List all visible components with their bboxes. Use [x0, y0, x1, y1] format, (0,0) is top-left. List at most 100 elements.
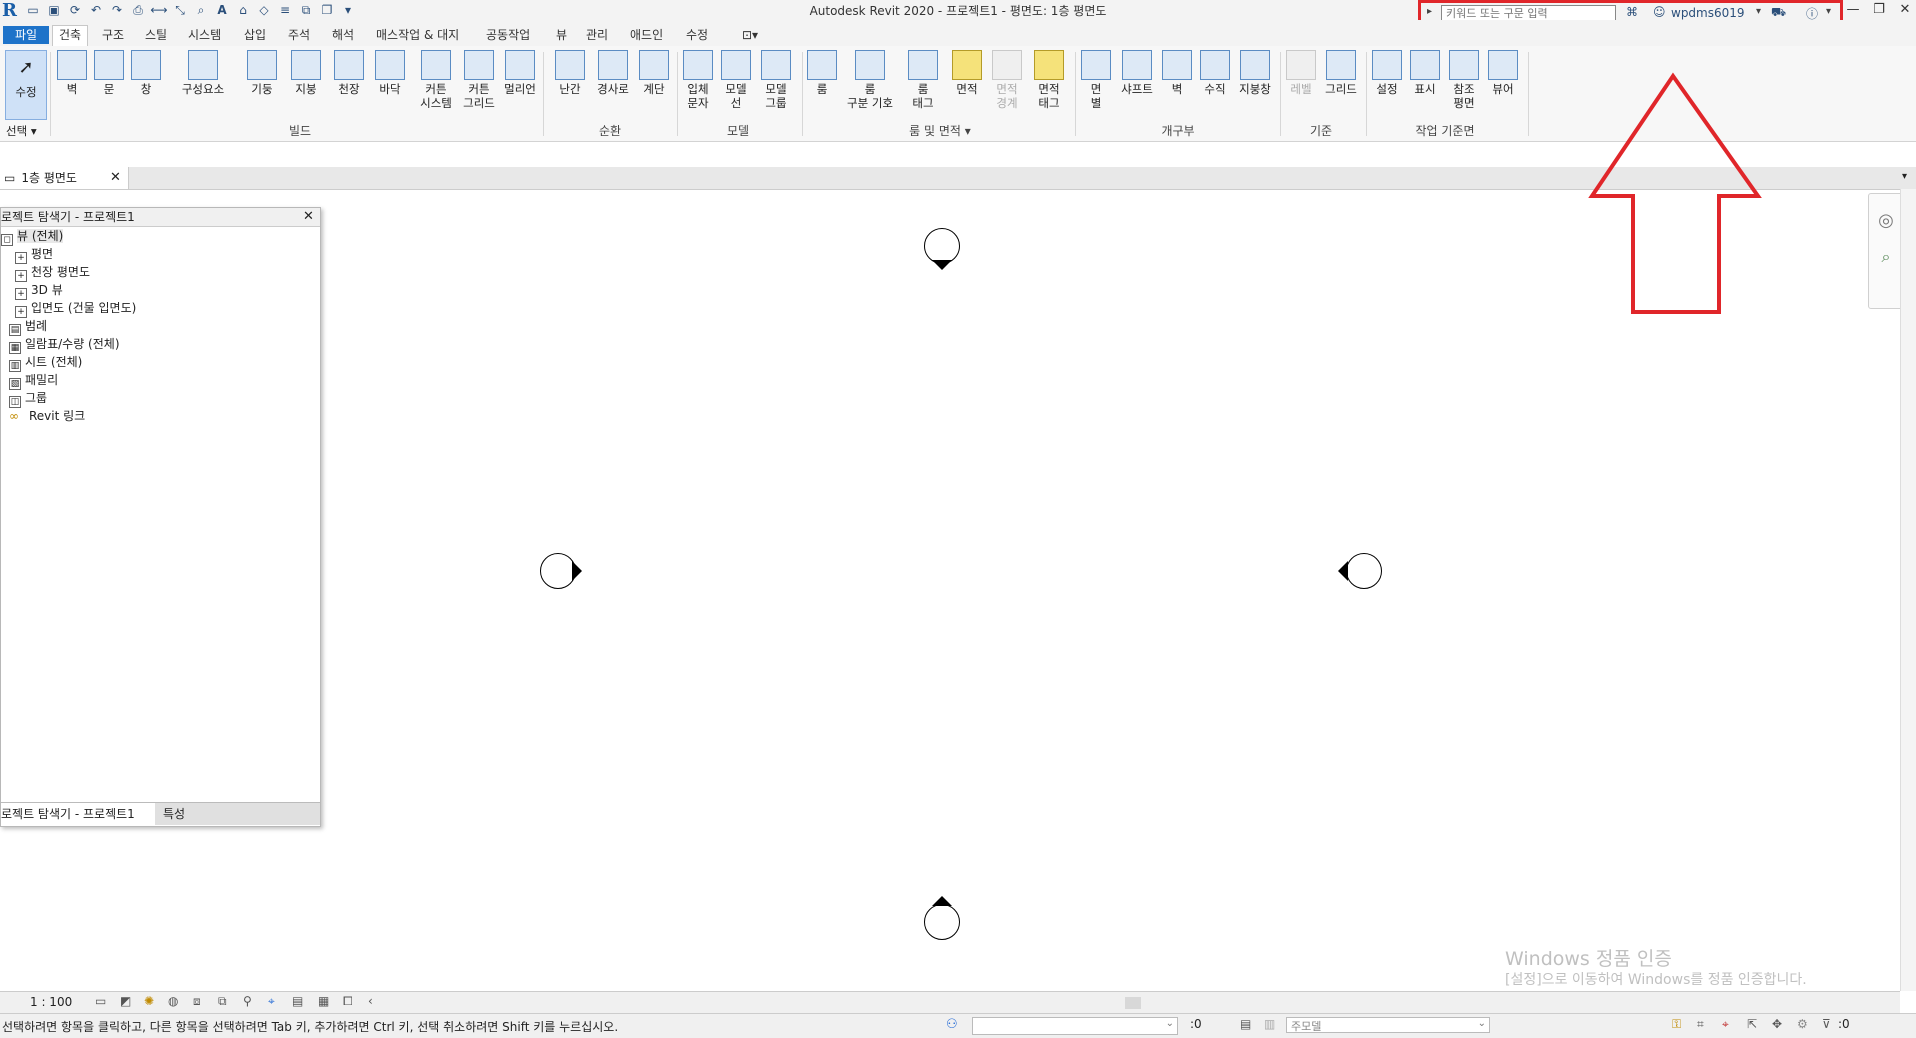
select-links-icon[interactable]: ⚿ [1672, 1017, 1681, 1032]
tab-collaborate[interactable]: 공동작업 [480, 26, 536, 44]
binoculars-icon[interactable]: ⌘ [1626, 5, 1638, 19]
tab-structure[interactable]: 구조 [96, 26, 130, 44]
undo-icon[interactable]: ↶ [87, 2, 105, 18]
vertical-opening-tool[interactable]: 수직 [1196, 50, 1234, 96]
tree-item-elevations[interactable]: + 입면도 (건물 입면도) [15, 300, 136, 318]
window-tool[interactable]: 창 [127, 50, 165, 96]
tab-systems[interactable]: 시스템 [182, 26, 227, 44]
reveal-hidden-icon[interactable]: ⌖ [268, 994, 275, 1009]
model-group-tool[interactable]: 모델 그룹 [757, 50, 795, 110]
elevation-marker-east[interactable] [1346, 553, 1382, 589]
floor-tool[interactable]: 바닥 [371, 50, 409, 96]
sync-icon[interactable]: ⟳ [66, 2, 84, 18]
crop-view-icon[interactable]: ⧈ [193, 994, 201, 1009]
minimize-button[interactable]: — [1840, 0, 1866, 20]
help-dropdown-icon[interactable]: ▾ [1826, 6, 1831, 17]
area-tag-tool[interactable]: 면적 태그 [1030, 50, 1068, 110]
mullion-tool[interactable]: 멀리언 [501, 50, 539, 96]
temporary-view-icon[interactable]: ▤ [292, 994, 303, 1008]
expand-icon[interactable]: + [15, 270, 27, 282]
grid-tool[interactable]: 그리드 [1320, 50, 1362, 96]
thin-lines-icon[interactable]: ≡ [276, 2, 294, 18]
redo-icon[interactable]: ↷ [108, 2, 126, 18]
switch-windows-icon[interactable]: ❐ [318, 2, 336, 18]
tree-item-legends[interactable]: ▤ 범례 [9, 318, 47, 336]
dimension-icon[interactable]: ⤡ [171, 2, 189, 18]
dormer-tool[interactable]: 지붕창 [1234, 50, 1276, 96]
curtain-grid-tool[interactable]: 커튼 그리드 [458, 50, 500, 110]
wall-opening-tool[interactable]: 벽 [1158, 50, 1196, 96]
tree-item-3d-views[interactable]: +3D 뷰 [15, 282, 63, 300]
constraints-icon[interactable]: ⧠ [343, 994, 353, 1009]
user-icon[interactable]: ☺ [1653, 5, 1666, 19]
room-separator-tool[interactable]: 룸 구분 기호 [838, 50, 902, 110]
visual-style-icon[interactable]: ◩ [120, 994, 131, 1008]
tab-view[interactable]: 뷰 [550, 26, 573, 44]
shadows-icon[interactable]: ◍ [168, 994, 178, 1008]
close-button[interactable]: ✕ [1892, 0, 1916, 20]
tab-project-browser[interactable]: 로젝트 탐색기 - 프로젝트1 [1, 803, 155, 825]
stair-tool[interactable]: 계단 [635, 50, 673, 96]
tab-massing-site[interactable]: 매스작업 & 대지 [370, 26, 465, 44]
elevation-marker-north[interactable] [924, 228, 960, 264]
room-tag-tool[interactable]: 룸 태그 [904, 50, 942, 110]
elevation-marker-west[interactable] [540, 553, 576, 589]
select-underlay-icon[interactable]: ⌗ [1697, 1017, 1704, 1032]
background-process-icon[interactable]: ⚙ [1797, 1017, 1808, 1031]
open-icon[interactable]: ▭ [24, 2, 42, 18]
expand-icon[interactable]: + [15, 252, 27, 264]
elevation-marker-south[interactable] [924, 904, 960, 940]
wall-tool[interactable]: 벽 [53, 50, 91, 96]
tab-analyze[interactable]: 해석 [326, 26, 360, 44]
print-icon[interactable]: ⎙ [129, 2, 147, 18]
select-pinned-icon[interactable]: ⌖ [1722, 1017, 1729, 1032]
tree-item-ceiling-plans[interactable]: + 천장 평면도 [15, 264, 90, 282]
by-face-tool[interactable]: 면 별 [1077, 50, 1115, 110]
modify-button[interactable]: ➚ 수정 [5, 50, 47, 120]
tree-item-revit-links[interactable]: ∞ Revit 링크 [9, 408, 85, 424]
show-workplane-tool[interactable]: 표시 [1406, 50, 1444, 96]
tag-icon[interactable]: ⌕ [192, 2, 210, 18]
horizontal-scroll-thumb[interactable] [1125, 997, 1141, 1009]
drag-elements-icon[interactable]: ✥ [1772, 1017, 1782, 1031]
area-tool[interactable]: 면적 [948, 50, 986, 96]
model-text-tool[interactable]: 입체 문자 [679, 50, 717, 110]
text-icon[interactable]: A [213, 2, 231, 18]
room-tool[interactable]: 룸 [803, 50, 841, 96]
component-tool[interactable]: 구성요소 [175, 50, 231, 96]
tab-modify[interactable]: 수정 [680, 26, 714, 44]
user-dropdown-icon[interactable]: ▾ [1756, 6, 1761, 17]
worksets-icon[interactable]: ⚇ [946, 1017, 958, 1032]
tab-list-icon[interactable]: ▾ [1902, 171, 1907, 182]
column-tool[interactable]: 기둥 [243, 50, 281, 96]
measure-icon[interactable]: ⟷ [150, 2, 168, 18]
railing-tool[interactable]: 난간 [551, 50, 589, 96]
tree-item-sheets[interactable]: ▥ 시트 (전체) [9, 354, 82, 372]
tree-item-views[interactable]: ◻ 뷰 (전체) [1, 228, 64, 246]
section-icon[interactable]: ◇ [255, 2, 273, 18]
revit-logo[interactable]: R [2, 0, 18, 21]
zoom-icon[interactable]: ⌕ [1869, 247, 1903, 267]
restore-button[interactable]: ❐ [1866, 0, 1892, 20]
temporary-hide-icon[interactable]: ⚲ [243, 994, 252, 1008]
scroll-left-icon[interactable]: ‹ [368, 994, 373, 1008]
workset-dropdown[interactable]: ⌄ [972, 1017, 1178, 1035]
cart-icon[interactable]: ⛟ [1771, 5, 1786, 21]
select-by-face-icon[interactable]: ⇱ [1747, 1017, 1757, 1031]
tree-item-groups[interactable]: ◫ 그룹 [9, 390, 47, 408]
detail-level-icon[interactable]: ▭ [95, 994, 106, 1008]
roof-tool[interactable]: 지붕 [287, 50, 325, 96]
ceiling-tool[interactable]: 천장 [330, 50, 368, 96]
steering-wheel-icon[interactable]: ◎ [1869, 210, 1903, 231]
tree-item-floor-plans[interactable]: + 평면 [15, 246, 53, 264]
filter-icon[interactable]: ⊽ [1822, 1017, 1831, 1031]
ramp-tool[interactable]: 경사로 [594, 50, 632, 96]
tab-properties[interactable]: 특성 [163, 803, 185, 825]
tab-architecture[interactable]: 건축 [52, 25, 89, 47]
main-model-dropdown[interactable]: 주모델 ⌄ [1286, 1017, 1490, 1033]
customize-qat-icon[interactable]: ▾ [339, 2, 357, 18]
expand-arrow-icon[interactable]: ▸ [1427, 6, 1432, 17]
vertical-scrollbar[interactable] [1900, 189, 1916, 991]
set-workplane-tool[interactable]: 설정 [1368, 50, 1406, 96]
ribbon-display-toggle-icon[interactable]: ⊡▾ [736, 26, 764, 44]
